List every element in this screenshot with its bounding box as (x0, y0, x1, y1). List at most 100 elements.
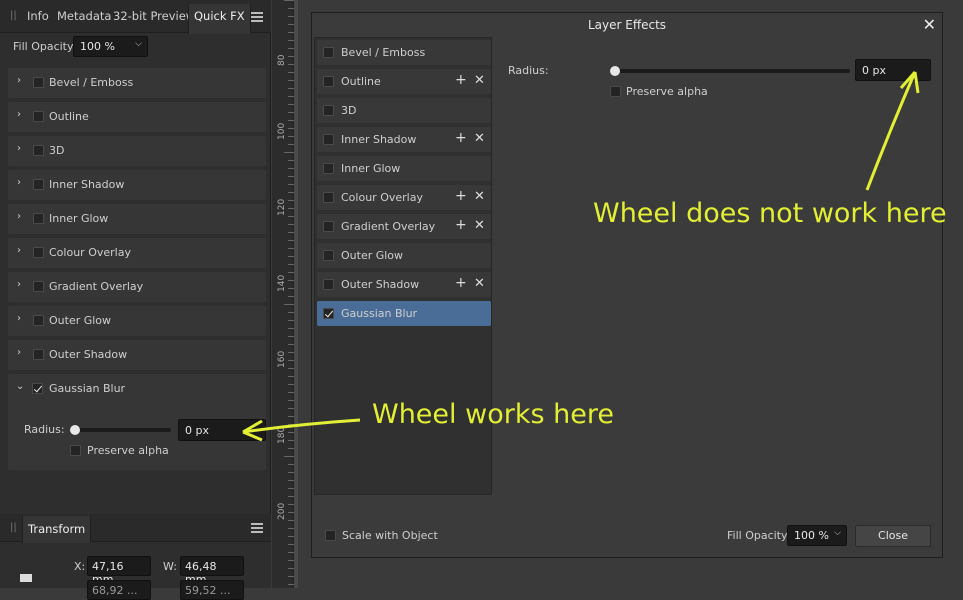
effect-list-item[interactable]: Gaussian Blur (317, 301, 491, 326)
effect-list-item[interactable]: Outer Glow (317, 243, 491, 268)
panel-grip-icon[interactable]: || (10, 10, 17, 21)
chevron-right-icon[interactable]: › (17, 143, 21, 154)
close-button[interactable]: Close (855, 525, 931, 547)
w-input[interactable]: 46,48 mm (180, 556, 244, 586)
preserve-alpha-checkbox[interactable] (70, 445, 81, 456)
ruler-tick (284, 456, 294, 457)
ruler-label: 100 (277, 122, 287, 140)
h-input[interactable]: 59,52 ... (180, 580, 244, 600)
radius-input[interactable]: 0 px (178, 419, 266, 441)
effect-checkbox[interactable] (33, 145, 44, 156)
add-icon[interactable]: + (455, 72, 467, 88)
scale-with-object-checkbox[interactable] (325, 530, 336, 541)
dialog-radius-input[interactable]: 0 px (855, 59, 931, 81)
y-input[interactable]: 68,92 ... (87, 580, 151, 600)
effect-list-item[interactable]: Bevel / Emboss (317, 40, 491, 65)
close-icon[interactable]: ✕ (923, 15, 936, 34)
remove-icon[interactable]: ✕ (474, 131, 485, 146)
quickfx-row[interactable]: › Outer Shadow (8, 340, 266, 370)
add-icon[interactable]: + (455, 188, 467, 204)
effect-list-item[interactable]: 3D (317, 98, 491, 123)
radius-value: 0 px (185, 424, 209, 437)
effect-list-item[interactable]: Gradient Overlay + ✕ (317, 214, 491, 239)
effect-checkbox[interactable] (323, 134, 334, 145)
ruler-label: 120 (277, 198, 287, 216)
vertical-ruler: 80 100 120 140 160 180 200 (272, 0, 294, 588)
dialog-fill-opacity-dropdown[interactable]: 100 % ⌵ (787, 525, 847, 546)
tab-info[interactable]: Info (27, 9, 49, 23)
effect-list-item[interactable]: Inner Glow (317, 156, 491, 181)
effect-checkbox[interactable] (33, 349, 44, 360)
chevron-right-icon[interactable]: › (17, 75, 21, 86)
effect-checkbox[interactable] (33, 213, 44, 224)
effect-checkbox[interactable] (33, 281, 44, 292)
add-icon[interactable]: + (455, 217, 467, 233)
quickfx-row[interactable]: › Colour Overlay (8, 238, 266, 268)
effect-label: Outer Shadow (49, 348, 128, 361)
effect-checkbox[interactable] (323, 105, 334, 116)
effect-checkbox[interactable] (33, 247, 44, 258)
gaussian-blur-expanded: ⌄ Gaussian Blur Radius: 0 px Preserve al… (8, 374, 266, 470)
annotation-does-not-work-here: Wheel does not work here (593, 198, 947, 229)
chevron-down-icon[interactable]: ⌄ (16, 381, 24, 392)
quickfx-row[interactable]: › Outline (8, 102, 266, 132)
dialog-preserve-alpha-checkbox[interactable] (610, 86, 621, 97)
effect-checkbox[interactable] (33, 179, 44, 190)
add-icon[interactable]: + (455, 275, 467, 291)
remove-icon[interactable]: ✕ (474, 276, 485, 291)
panel-grip-icon[interactable]: || (10, 522, 17, 533)
radius-slider[interactable] (71, 428, 171, 432)
chevron-right-icon[interactable]: › (17, 177, 21, 188)
effect-label: Colour Overlay (49, 246, 131, 259)
effect-list-item[interactable]: Colour Overlay + ✕ (317, 185, 491, 210)
quickfx-row[interactable]: › Bevel / Emboss (8, 68, 266, 98)
chevron-right-icon[interactable]: › (17, 279, 21, 290)
quickfx-row[interactable]: › Inner Shadow (8, 170, 266, 200)
fill-opacity-dropdown[interactable]: 100 % ⌵ (73, 36, 148, 57)
effect-label: Inner Glow (49, 212, 109, 225)
effect-label: Outline (341, 75, 381, 88)
effect-list-item[interactable]: Inner Shadow + ✕ (317, 127, 491, 152)
chevron-right-icon[interactable]: › (17, 347, 21, 358)
radius-slider-knob[interactable] (70, 425, 80, 435)
chevron-right-icon[interactable]: › (17, 109, 21, 120)
dialog-radius-slider-knob[interactable] (610, 66, 620, 76)
effect-checkbox[interactable] (33, 111, 44, 122)
effect-checkbox[interactable] (323, 76, 334, 87)
panel-menu-icon[interactable] (251, 523, 263, 533)
gaussian-blur-checkbox[interactable] (32, 383, 43, 394)
panel-menu-icon[interactable] (251, 12, 263, 22)
effect-checkbox[interactable] (33, 77, 44, 88)
effect-checkbox[interactable] (33, 315, 44, 326)
tab-quick-fx[interactable]: Quick FX (188, 4, 251, 34)
dialog-title: Layer Effects (587, 18, 667, 32)
effect-checkbox[interactable] (323, 47, 334, 58)
effect-checkbox[interactable] (323, 308, 334, 319)
quickfx-row[interactable]: › Inner Glow (8, 204, 266, 234)
effect-checkbox[interactable] (323, 192, 334, 203)
dialog-radius-slider[interactable] (614, 69, 850, 73)
quickfx-row[interactable]: › 3D (8, 136, 266, 166)
anchor-point-icon[interactable] (20, 574, 32, 582)
tab-metadata[interactable]: Metadata (57, 9, 111, 23)
chevron-right-icon[interactable]: › (17, 211, 21, 222)
effect-checkbox[interactable] (323, 163, 334, 174)
effect-checkbox[interactable] (323, 221, 334, 232)
chevron-right-icon[interactable]: › (17, 313, 21, 324)
remove-icon[interactable]: ✕ (474, 189, 485, 204)
effect-list-item[interactable]: Outline + ✕ (317, 69, 491, 94)
remove-icon[interactable]: ✕ (474, 218, 485, 233)
effect-checkbox[interactable] (323, 250, 334, 261)
effect-label: Outer Glow (49, 314, 112, 327)
quickfx-row[interactable]: › Outer Glow (8, 306, 266, 336)
scale-with-object-label: Scale with Object (342, 529, 438, 542)
quickfx-row[interactable]: › Gradient Overlay (8, 272, 266, 302)
effect-checkbox[interactable] (323, 279, 334, 290)
tab-32bit-preview[interactable]: 32-bit Preview (113, 9, 195, 23)
remove-icon[interactable]: ✕ (474, 73, 485, 88)
add-icon[interactable]: + (455, 130, 467, 146)
x-input[interactable]: 47,16 mm (87, 556, 151, 586)
chevron-right-icon[interactable]: › (17, 245, 21, 256)
tab-transform[interactable]: Transform (22, 516, 92, 543)
effect-list-item[interactable]: Outer Shadow + ✕ (317, 272, 491, 297)
